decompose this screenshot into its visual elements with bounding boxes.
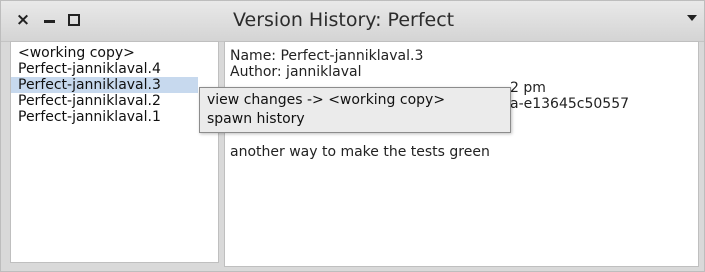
maximize-icon[interactable] (64, 10, 84, 30)
detail-name: Name: Perfect-janniklaval.3 (230, 48, 424, 64)
minimize-icon[interactable] (39, 10, 59, 30)
list-item[interactable]: <working copy> (11, 45, 218, 61)
close-icon[interactable]: × (13, 10, 33, 30)
dropdown-arrow-icon[interactable] (687, 15, 697, 21)
version-details: Name: Perfect-janniklaval.3 Author: jann… (224, 41, 699, 267)
menu-item-spawn-history[interactable]: spawn history (200, 110, 510, 129)
list-item-selected[interactable]: Perfect-janniklaval.3 (11, 77, 198, 93)
detail-message: another way to make the tests green (230, 144, 490, 160)
version-list[interactable]: <working copy> Perfect-janniklaval.4 Per… (10, 41, 219, 263)
list-item[interactable]: Perfect-janniklaval.2 (11, 93, 218, 109)
window-title: Version History: Perfect (233, 9, 455, 31)
title-bar[interactable]: × Version History: Perfect (1, 1, 704, 42)
context-menu: view changes -> <working copy> spawn his… (199, 87, 511, 133)
list-item[interactable]: Perfect-janniklaval.1 (11, 109, 218, 125)
version-history-window: × Version History: Perfect <working copy… (0, 0, 705, 272)
menu-item-view-changes[interactable]: view changes -> <working copy> (200, 91, 510, 110)
detail-author: Author: janniklaval (230, 64, 362, 80)
list-item[interactable]: Perfect-janniklaval.4 (11, 61, 218, 77)
